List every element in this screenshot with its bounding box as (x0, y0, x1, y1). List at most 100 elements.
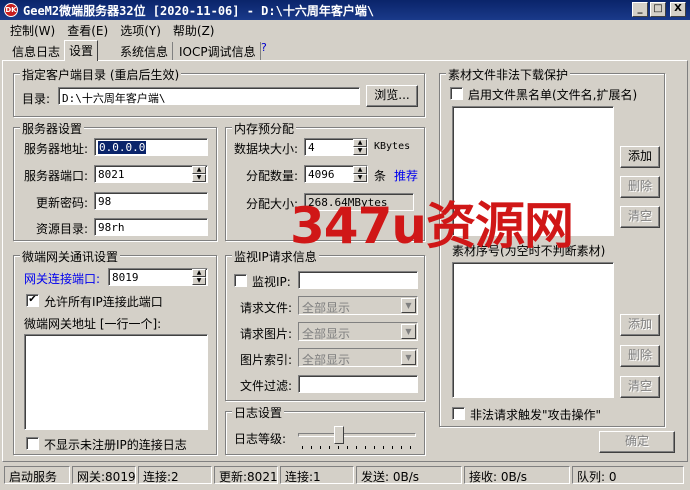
status-bar: 启动服务 网关:8019 连接:2 更新:8021 连接:1 发送: 0B/s … (0, 464, 690, 486)
gateway-addr-list[interactable] (24, 334, 208, 430)
slider-tick (401, 446, 402, 449)
server-addr-label: 服务器地址: (24, 142, 89, 156)
client-dir-group: 指定客户端目录 (重启后生效) 目录: D:\十六周年客户端\ 浏览... (13, 66, 425, 117)
img-index-label: 图片索引: (240, 353, 293, 367)
protect-legend: 素材文件非法下载保护 (446, 66, 571, 83)
slider-tick (365, 446, 366, 449)
allow-all-ip-checkbox[interactable]: ✔ (26, 294, 39, 307)
blacklist-checkbox[interactable] (450, 87, 463, 100)
app-icon: DK (4, 3, 18, 17)
asset-delete-button[interactable]: 删除 (620, 345, 660, 367)
dir-input[interactable]: D:\十六周年客户端\ (58, 87, 360, 105)
log-level-track[interactable] (298, 433, 416, 437)
slider-tick (329, 446, 330, 449)
block-size-label: 数据块大小: (234, 142, 299, 156)
server-port-input[interactable]: 8021 (94, 165, 208, 183)
blacklist-label: 启用文件黑名单(文件名,扩展名) (468, 88, 638, 102)
file-filter-input[interactable] (298, 375, 418, 393)
chevron-down-icon[interactable]: ▼ (401, 324, 416, 339)
hide-unreg-log-label: 不显示未注册IP的连接日志 (44, 438, 187, 452)
req-file-select[interactable]: 全部显示 ▼ (298, 296, 418, 315)
status-start-service[interactable]: 启动服务 (4, 466, 70, 484)
spin-up-icon[interactable]: ▲ (192, 269, 206, 277)
spin-up-icon[interactable]: ▲ (353, 166, 367, 174)
close-button[interactable]: X (670, 2, 686, 17)
allow-all-ip-label: 允许所有IP连接此端口 (44, 295, 163, 309)
count-unit: 条 (374, 169, 387, 183)
req-img-label: 请求图片: (240, 327, 293, 341)
gateway-addr-list-label: 微端网关地址 [一行一个]: (24, 317, 162, 331)
block-unit: KBytes (374, 141, 411, 152)
tab-settings[interactable]: 设置 (64, 40, 99, 61)
slider-tick (410, 446, 411, 449)
menu-bar: 控制(W) 查看(E) 选项(Y) 帮助(Z) (0, 20, 690, 40)
blacklist-add-button[interactable]: 添加 (620, 146, 660, 168)
spin-down-icon[interactable]: ▼ (353, 147, 367, 155)
spin-down-icon[interactable]: ▼ (192, 174, 206, 182)
menu-options[interactable]: 选项(Y) (114, 22, 167, 39)
settings-panel: 指定客户端目录 (重启后生效) 目录: D:\十六周年客户端\ 浏览... 服务… (2, 60, 688, 462)
slider-tick (311, 446, 312, 449)
status-update: 更新:8021 (214, 466, 278, 484)
recommend-link[interactable]: 推荐 (394, 167, 418, 184)
req-img-select[interactable]: 全部显示 ▼ (298, 322, 418, 341)
res-dir-label: 资源目录: (36, 222, 89, 236)
spin-up-icon[interactable]: ▲ (192, 166, 206, 174)
menu-control[interactable]: 控制(W) (4, 22, 61, 39)
server-legend: 服务器设置 (20, 120, 85, 137)
asset-add-button[interactable]: 添加 (620, 314, 660, 336)
slider-tick (374, 446, 375, 449)
update-pwd-label: 更新密码: (36, 196, 89, 210)
spin-down-icon[interactable]: ▼ (353, 174, 367, 182)
gateway-port-label: 网关连接端口: (24, 272, 101, 286)
server-addr-input[interactable]: 0.0.0.0 (94, 138, 208, 156)
spin-down-icon[interactable]: ▼ (192, 277, 206, 285)
server-port-label: 服务器端口: (24, 169, 89, 183)
minimize-button[interactable]: _ (632, 2, 648, 17)
hide-unreg-log-checkbox[interactable] (26, 437, 39, 450)
res-dir-input[interactable]: 98rh (94, 218, 208, 236)
tab-system-info[interactable]: 系统信息 (116, 42, 174, 60)
server-port-spinner[interactable]: ▲ ▼ (192, 166, 206, 182)
maximize-button[interactable]: □ (650, 2, 666, 17)
attack-trigger-checkbox[interactable] (452, 407, 465, 420)
status-recv: 接收: 0B/s (464, 466, 570, 484)
log-level-slider[interactable] (333, 426, 344, 444)
tab-info-log[interactable]: 信息日志 (8, 42, 66, 60)
status-update-conn: 连接:1 (280, 466, 354, 484)
monitor-ip-label: 监视IP: (252, 275, 291, 289)
update-pwd-input[interactable]: 98 (94, 192, 208, 210)
monitor-ip-input[interactable] (298, 271, 418, 289)
server-group: 服务器设置 服务器地址: 0.0.0.0 服务器端口: 8021 ▲ ▼ 更新密码… (13, 120, 217, 241)
ok-button[interactable]: 确定 (599, 431, 675, 453)
log-group: 日志设置 日志等级: (225, 404, 425, 455)
slider-tick (392, 446, 393, 449)
browse-button[interactable]: 浏览... (366, 85, 418, 107)
tab-strip: 信息日志 设置 系统信息 IOCP调试信息 ? (0, 40, 690, 61)
monitor-ip-checkbox[interactable] (234, 274, 247, 287)
asset-seq-list[interactable] (452, 262, 614, 398)
chevron-down-icon[interactable]: ▼ (401, 350, 416, 365)
img-index-select[interactable]: 全部显示 ▼ (298, 348, 418, 367)
slider-tick (383, 446, 384, 449)
asset-clear-button[interactable]: 清空 (620, 376, 660, 398)
chevron-down-icon[interactable]: ▼ (401, 298, 416, 313)
slider-tick (320, 446, 321, 449)
spin-up-icon[interactable]: ▲ (353, 139, 367, 147)
req-file-label: 请求文件: (240, 301, 293, 315)
status-queue: 队列: 0 (572, 466, 684, 484)
status-send: 发送: 0B/s (356, 466, 462, 484)
title-bar[interactable]: DK GeeM2微端服务器32位 [2020-11-06] - D:\十六周年客… (0, 0, 690, 20)
memory-legend: 内存预分配 (232, 120, 297, 137)
alloc-count-spinner[interactable]: ▲ ▼ (353, 166, 367, 182)
block-size-spinner[interactable]: ▲ ▼ (353, 139, 367, 155)
menu-view[interactable]: 查看(E) (61, 22, 114, 39)
blacklist-delete-button[interactable]: 删除 (620, 176, 660, 198)
attack-trigger-label: 非法请求触发"攻击操作" (470, 408, 602, 422)
tab-iocp-debug[interactable]: IOCP调试信息 (175, 42, 261, 60)
menu-help[interactable]: 帮助(Z) (167, 22, 221, 39)
monitor-group: 监视IP请求信息 监视IP: 请求文件: 全部显示 ▼ 请求图片: 全部显示 ▼ 图… (225, 248, 425, 401)
gateway-port-spinner[interactable]: ▲ ▼ (192, 269, 206, 285)
blacklist-clear-button[interactable]: 清空 (620, 206, 660, 228)
help-icon[interactable]: ? (261, 41, 267, 54)
